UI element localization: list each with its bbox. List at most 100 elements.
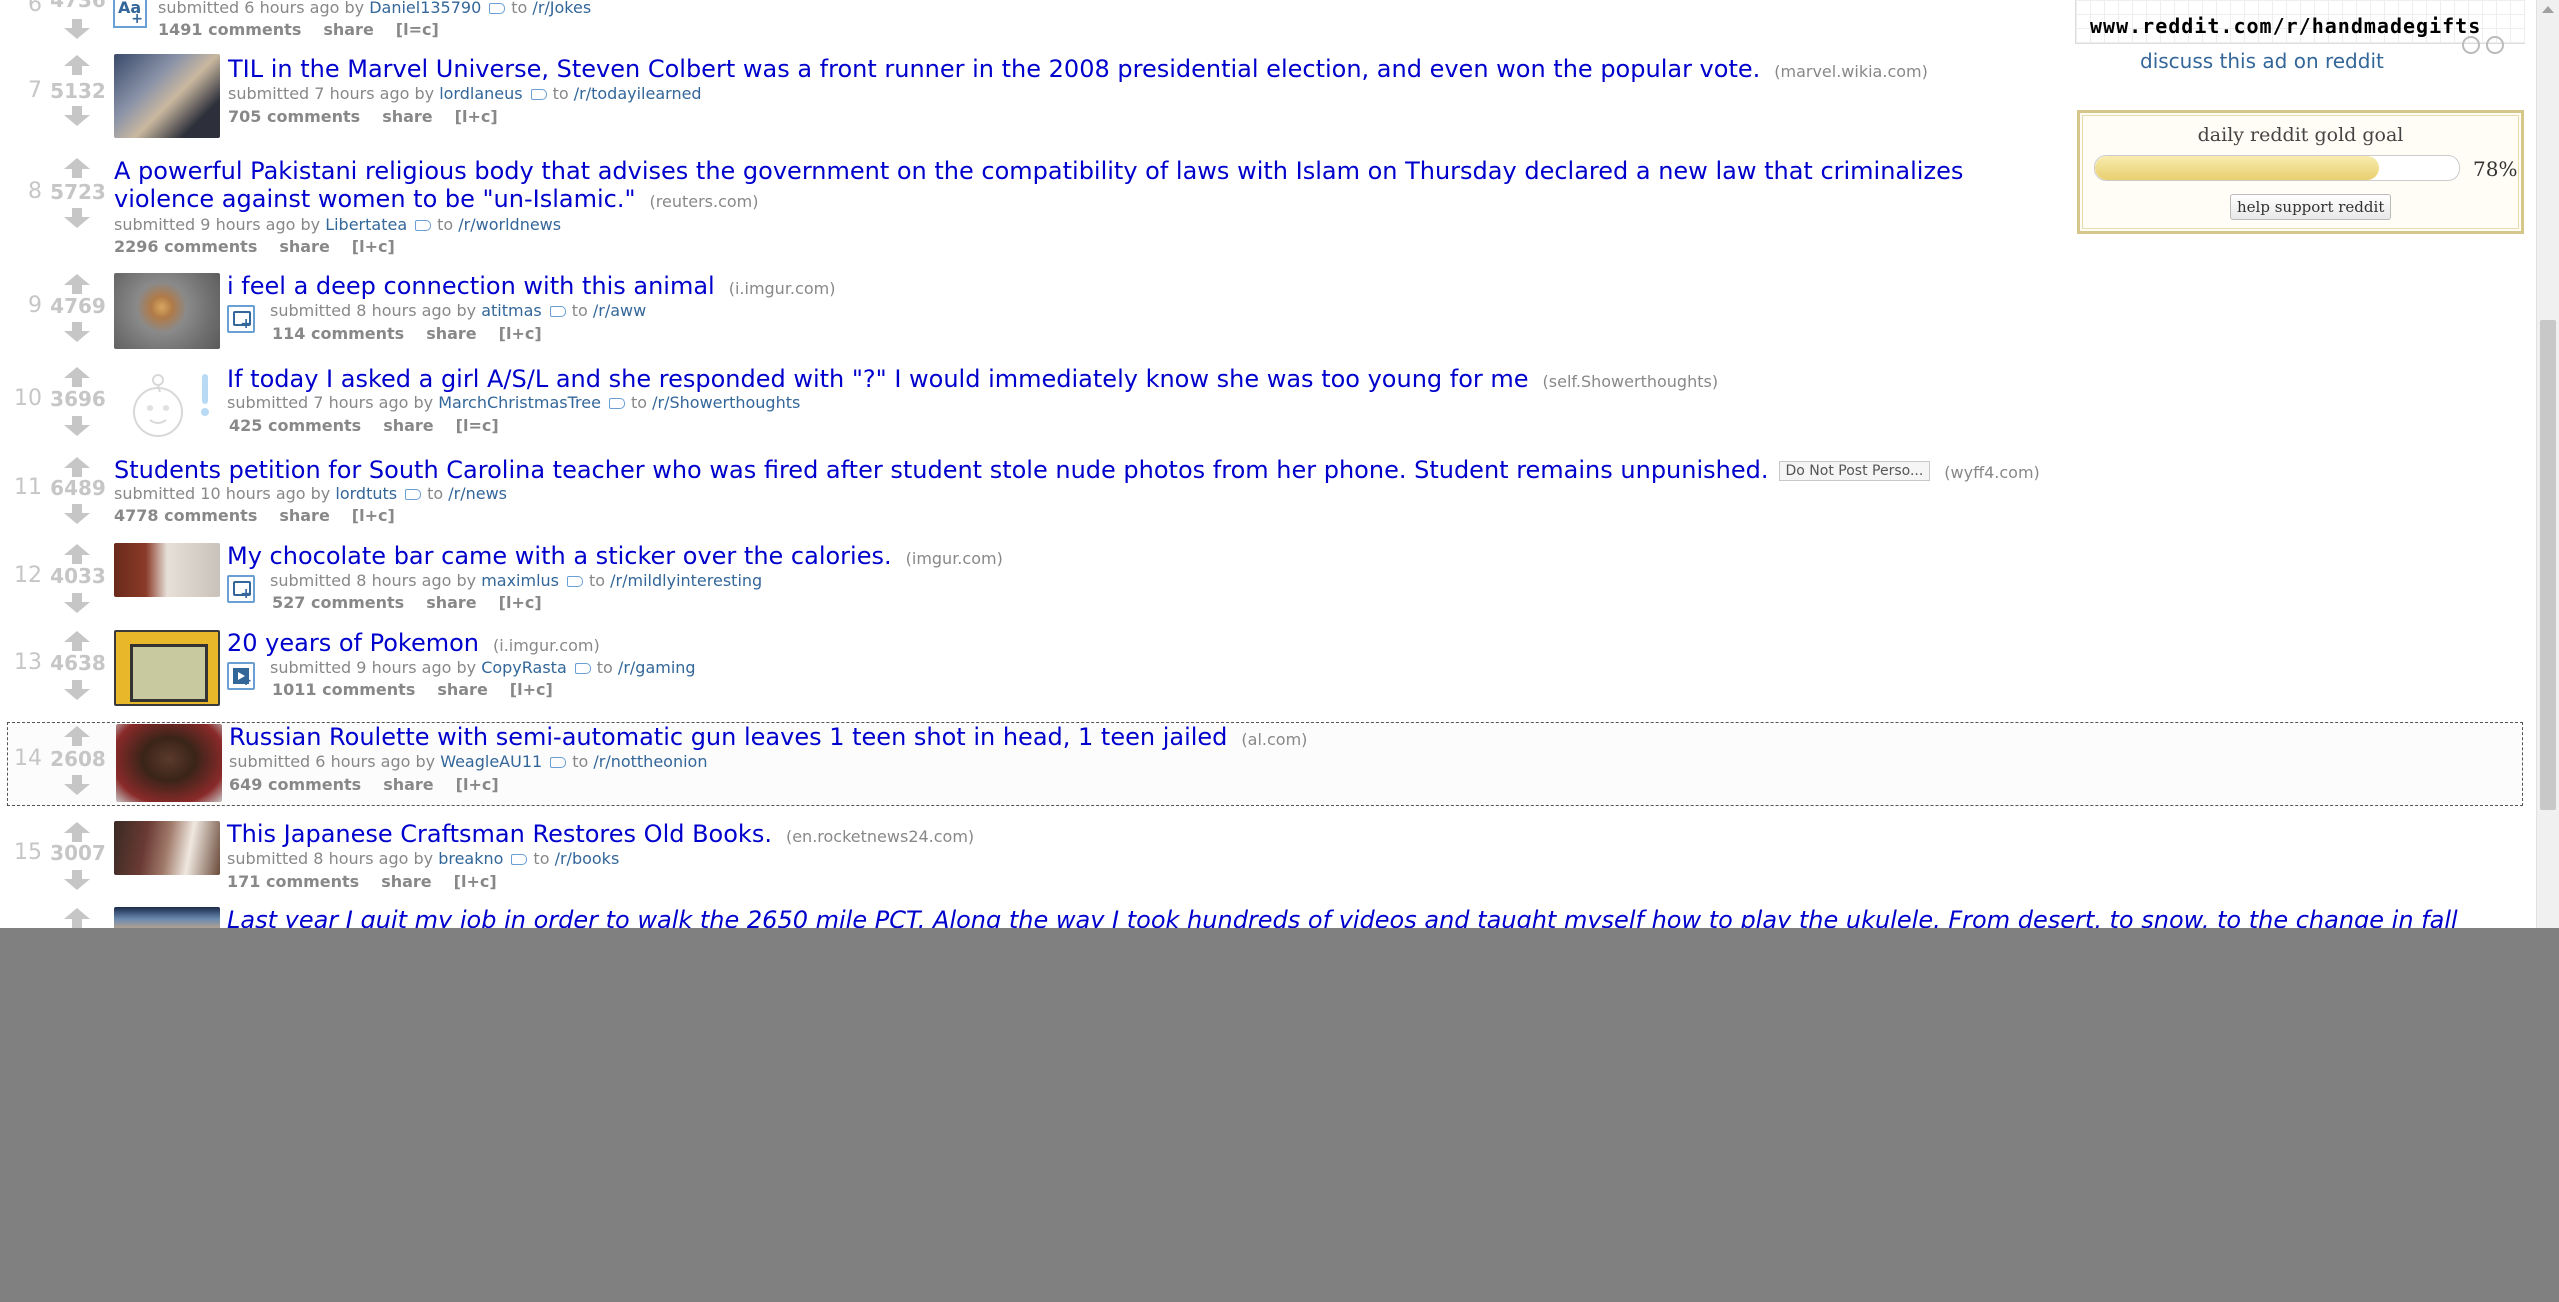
post-thumbnail[interactable] [116,724,222,802]
sidebar-ad-banner[interactable]: www.reddit.com/r/handmadegifts [2075,0,2525,44]
subreddit-link[interactable]: /r/books [555,849,620,868]
post-title-link[interactable]: 20 years of Pokemon (i.imgur.com) [227,629,600,657]
share-link[interactable]: share [383,775,433,794]
discuss-ad-link[interactable]: discuss this ad on reddit [2140,49,2384,73]
post-domain[interactable]: (i.imgur.com) [493,636,600,655]
share-link[interactable]: share [279,506,329,525]
scroll-up-arrow-icon[interactable] [2542,6,2554,13]
upvote-arrow-icon[interactable] [64,158,90,180]
video-expando-icon[interactable]: + [227,662,255,690]
post-domain[interactable]: (al.com) [1241,730,1307,749]
comments-link[interactable]: 705 comments [228,107,360,126]
post-thumbnail[interactable] [114,821,220,875]
help-support-button[interactable]: help support reddit [2230,194,2392,220]
author-link[interactable]: lordtuts [335,484,397,503]
subreddit-link[interactable]: /r/mildlyinteresting [610,571,762,590]
lc-link[interactable]: [l+c] [454,872,497,891]
author-link[interactable]: maximlus [481,571,559,590]
post-thumbnail[interactable] [114,543,220,597]
post-domain[interactable]: (marvel.wikia.com) [1774,62,1928,81]
downvote-arrow-icon[interactable] [64,680,90,702]
subreddit-link[interactable]: /r/worldnews [458,215,561,234]
upvote-arrow-icon[interactable] [64,726,90,748]
share-link[interactable]: share [279,237,329,256]
post-title-link[interactable]: Last year I quit my job in order to walk… [227,906,2458,928]
downvote-arrow-icon[interactable] [64,208,90,230]
subreddit-link[interactable]: /r/gaming [618,658,696,677]
downvote-arrow-icon[interactable] [64,322,90,344]
post-title-link[interactable]: If today I asked a girl A/S/L and she re… [227,365,1718,393]
lc-link[interactable]: [l+c] [510,680,553,699]
post-title-link[interactable]: Students petition for South Carolina tea… [114,456,2040,484]
post-domain[interactable]: (self.Showerthoughts) [1543,372,1719,391]
share-link[interactable]: share [381,872,431,891]
comments-link[interactable]: 527 comments [272,593,404,612]
post-domain[interactable]: (imgur.com) [906,549,1003,568]
upvote-arrow-icon[interactable] [64,274,90,296]
post-title-link[interactable]: i feel a deep connection with this anima… [227,272,835,300]
downvote-arrow-icon[interactable] [64,504,90,526]
comments-link[interactable]: 4778 comments [114,506,257,525]
author-link[interactable]: Daniel135790 [369,0,481,17]
comments-link[interactable]: 649 comments [229,775,361,794]
ad-play-icon[interactable] [2486,36,2504,54]
subreddit-link[interactable]: /r/Jokes [532,0,591,17]
upvote-arrow-icon[interactable] [64,908,90,928]
share-link[interactable]: share [426,324,476,343]
image-expando-icon[interactable]: + [227,305,255,333]
post-domain[interactable]: (i.imgur.com) [729,279,836,298]
subreddit-link[interactable]: /r/nottheonion [593,752,707,771]
author-link[interactable]: lordlaneus [439,84,522,103]
lc-link[interactable]: [l+c] [456,775,499,794]
upvote-arrow-icon[interactable] [64,367,90,389]
comments-link[interactable]: 171 comments [227,872,359,891]
comments-link[interactable]: 2296 comments [114,237,257,256]
self-post-alien-icon[interactable] [114,366,220,444]
downvote-arrow-icon[interactable] [64,19,90,41]
comments-link[interactable]: 425 comments [229,416,361,435]
author-link[interactable]: MarchChristmasTree [438,393,601,412]
scrollbar-thumb[interactable] [2540,320,2556,810]
upvote-arrow-icon[interactable] [64,544,90,566]
comments-link[interactable]: 114 comments [272,324,404,343]
lc-link[interactable]: [l+c] [499,593,542,612]
post-thumbnail[interactable] [114,54,220,138]
lc-link[interactable]: [l+c] [352,237,395,256]
share-link[interactable]: share [323,20,373,39]
lc-link[interactable]: [l+c] [499,324,542,343]
author-link[interactable]: WeagleAU11 [440,752,542,771]
author-link[interactable]: atitmas [481,301,542,320]
downvote-arrow-icon[interactable] [64,775,90,797]
post-title-link[interactable]: This Japanese Craftsman Restores Old Boo… [227,820,974,848]
author-link[interactable]: breakno [438,849,503,868]
post-title-link[interactable]: A powerful Pakistani religious body that… [114,157,2044,216]
post-thumbnail[interactable] [114,907,220,928]
lc-link[interactable]: [l+c] [352,506,395,525]
post-thumbnail[interactable] [114,630,220,706]
share-link[interactable]: share [437,680,487,699]
post-domain[interactable]: (reuters.com) [650,192,759,211]
post-domain[interactable]: (en.rocketnews24.com) [786,827,974,846]
post-thumbnail[interactable] [114,273,220,349]
upvote-arrow-icon[interactable] [64,631,90,653]
image-expando-icon[interactable]: + [227,575,255,603]
page-scrollbar[interactable] [2536,0,2559,928]
comments-link[interactable]: 1011 comments [272,680,415,699]
comments-link[interactable]: 1491 comments [158,20,301,39]
subreddit-link[interactable]: /r/news [448,484,507,503]
downvote-arrow-icon[interactable] [64,870,90,892]
author-link[interactable]: CopyRasta [481,658,567,677]
downvote-arrow-icon[interactable] [64,106,90,128]
share-link[interactable]: share [383,416,433,435]
share-link[interactable]: share [426,593,476,612]
post-domain[interactable]: (wyff4.com) [1944,463,2040,482]
post-title-link[interactable]: TIL in the Marvel Universe, Steven Colbe… [228,55,1928,83]
downvote-arrow-icon[interactable] [64,416,90,438]
ad-up-icon[interactable] [2462,36,2480,54]
lc-link[interactable]: [l=c] [396,20,439,39]
author-link[interactable]: Libertatea [325,215,407,234]
share-link[interactable]: share [382,107,432,126]
upvote-arrow-icon[interactable] [64,55,90,77]
downvote-arrow-icon[interactable] [64,593,90,615]
text-post-icon[interactable]: Aa + [113,0,147,28]
